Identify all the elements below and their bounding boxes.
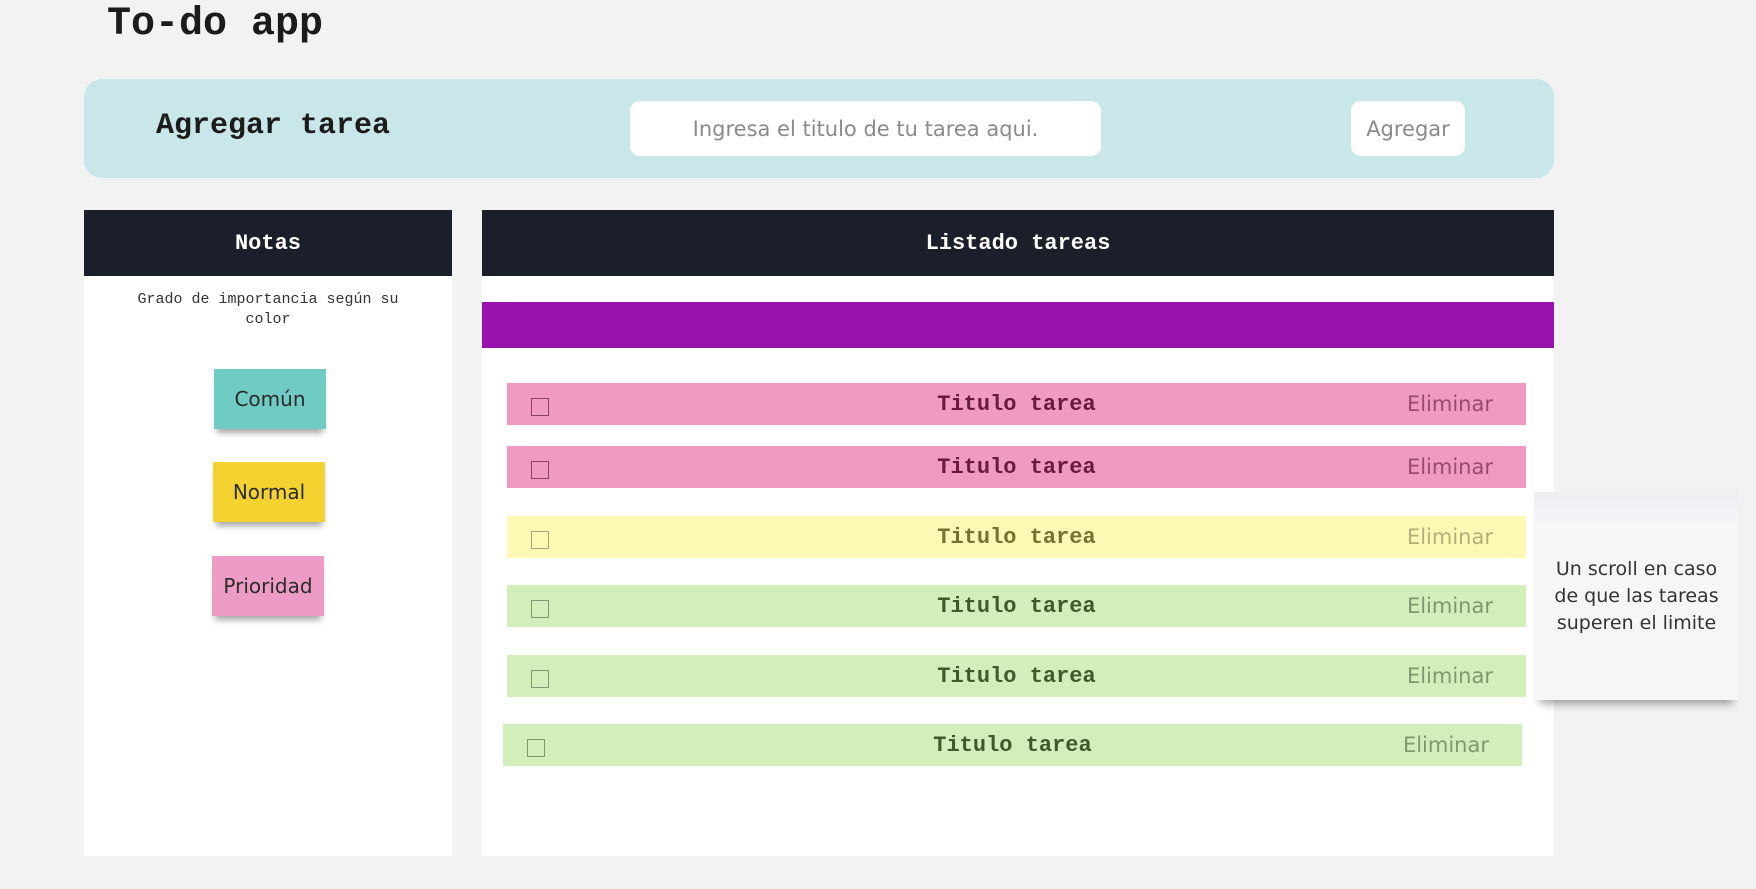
notes-panel: Notas Grado de importancia según su colo… bbox=[84, 210, 452, 856]
scroll-annotation-text: Un scroll en caso de que las tareas supe… bbox=[1554, 557, 1719, 634]
app-title: To-do app bbox=[107, 2, 324, 47]
task-title: Titulo tarea bbox=[937, 454, 1096, 480]
task-row: Titulo tarea Eliminar bbox=[503, 724, 1522, 766]
task-list-header: Listado tareas bbox=[482, 210, 1554, 276]
task-row: Titulo tarea Eliminar bbox=[507, 383, 1526, 425]
notes-description: Grado de importancia según su color bbox=[137, 291, 399, 328]
task-list-panel: Listado tareas Titulo tarea Eliminar Tit… bbox=[482, 210, 1554, 856]
legend-sticky-normal: Normal bbox=[213, 462, 325, 522]
delete-task-button[interactable]: Eliminar bbox=[1407, 525, 1493, 549]
task-title: Titulo tarea bbox=[937, 663, 1096, 689]
add-task-panel: Agregar tarea Agregar bbox=[84, 79, 1554, 178]
todo-app-page: To-do app Agregar tarea Agregar Notas Gr… bbox=[0, 0, 1756, 889]
delete-task-button[interactable]: Eliminar bbox=[1407, 594, 1493, 618]
task-row: Titulo tarea Eliminar bbox=[507, 446, 1526, 488]
legend-sticky-prioridad: Prioridad bbox=[212, 556, 324, 616]
task-title: Titulo tarea bbox=[937, 391, 1096, 417]
task-row: Titulo tarea Eliminar bbox=[507, 655, 1526, 697]
task-title: Titulo tarea bbox=[937, 593, 1096, 619]
task-row: Titulo tarea Eliminar bbox=[507, 585, 1526, 627]
legend-sticky-comun: Común bbox=[214, 369, 326, 429]
delete-task-button[interactable]: Eliminar bbox=[1407, 392, 1493, 416]
task-title: Titulo tarea bbox=[937, 524, 1096, 550]
add-task-button[interactable]: Agregar bbox=[1351, 101, 1465, 156]
notes-header: Notas bbox=[84, 210, 452, 276]
delete-task-button[interactable]: Eliminar bbox=[1403, 733, 1489, 757]
task-list-accent-bar bbox=[482, 302, 1554, 348]
task-title: Titulo tarea bbox=[933, 732, 1092, 758]
task-row: Titulo tarea Eliminar bbox=[507, 516, 1526, 558]
delete-task-button[interactable]: Eliminar bbox=[1407, 664, 1493, 688]
scroll-annotation-note: Un scroll en caso de que las tareas supe… bbox=[1534, 492, 1739, 700]
task-title-input[interactable] bbox=[630, 101, 1101, 156]
delete-task-button[interactable]: Eliminar bbox=[1407, 455, 1493, 479]
add-task-label: Agregar tarea bbox=[156, 109, 391, 143]
